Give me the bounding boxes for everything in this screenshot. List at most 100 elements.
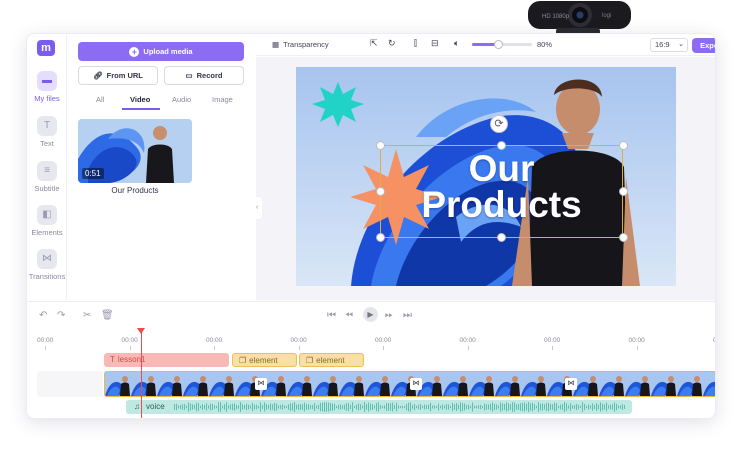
resize-handle-bl[interactable]: [376, 233, 385, 242]
time-tick-label: 00:00: [459, 337, 476, 344]
element-icon: ❐: [239, 356, 247, 365]
waveform-bar: [286, 405, 287, 409]
waveform-bar: [378, 402, 379, 412]
voice-waveform: [174, 402, 625, 412]
from-url-button[interactable]: 🔗︎ From URL: [78, 66, 158, 85]
undo-icon[interactable]: ↶: [39, 310, 47, 321]
active-tab-indicator: [122, 108, 160, 110]
timeline-scrollbar[interactable]: [27, 418, 716, 419]
elements-icon: ◧: [37, 205, 57, 225]
trash-icon[interactable]: 🗑︎: [101, 310, 114, 321]
waveform-bar: [472, 402, 473, 412]
waveform-bar: [580, 405, 581, 409]
volume-slider[interactable]: [472, 40, 532, 49]
collapse-panel-handle[interactable]: ‹: [256, 197, 262, 219]
playhead-marker[interactable]: [137, 328, 145, 334]
waveform-bar: [526, 403, 527, 411]
playhead[interactable]: [137, 328, 145, 418]
skip-forward-icon[interactable]: ⏭︎: [403, 310, 412, 321]
transition-icon[interactable]: ⋈: [255, 378, 267, 390]
play-button[interactable]: ▶: [363, 307, 378, 322]
waveform-bar: [342, 405, 343, 409]
align-vertical-icon[interactable]: ⫿: [414, 38, 417, 49]
waveform-bar: [224, 404, 225, 410]
waveform-bar: [204, 405, 205, 409]
volume-knob[interactable]: [494, 40, 503, 49]
element-clip-2[interactable]: ❐ element: [299, 353, 364, 367]
time-tick-label: 00:00: [628, 337, 645, 344]
aspect-ratio-select[interactable]: 16:9 ⌄: [650, 38, 688, 52]
rewind-icon[interactable]: ⏪︎: [345, 310, 353, 321]
rotate-handle-icon[interactable]: ⟳: [490, 115, 508, 133]
redo-icon[interactable]: ↷: [57, 310, 65, 321]
fast-forward-icon[interactable]: ⏩︎: [385, 310, 393, 321]
video-frame: [105, 372, 131, 396]
resize-handle-mr[interactable]: [619, 187, 628, 196]
upload-media-button[interactable]: + Upload media: [78, 42, 244, 61]
waveform-bar: [544, 404, 545, 410]
waveform-bar: [190, 403, 191, 411]
text-track-clip[interactable]: Tlesson1: [104, 353, 229, 367]
transparency-button[interactable]: ▦ Transparency: [272, 40, 329, 49]
resize-handle-br[interactable]: [619, 233, 628, 242]
scissors-icon[interactable]: ✂: [83, 310, 91, 321]
waveform-bar: [244, 405, 245, 409]
empty-lane: [37, 371, 103, 397]
waveform-bar: [406, 403, 407, 411]
volume-icon[interactable]: 🔈︎: [454, 38, 459, 49]
media-thumbnail[interactable]: 0:51: [78, 119, 192, 183]
resize-handle-tc[interactable]: [497, 141, 506, 150]
waveform-bar: [524, 402, 525, 412]
waveform-bar: [536, 405, 537, 409]
tab-all[interactable]: All: [96, 95, 104, 104]
waveform-bar: [192, 404, 193, 410]
rail-label: Transitions: [28, 272, 66, 281]
rail-subtitle[interactable]: ≡ Subtitle: [27, 161, 67, 193]
rotate-icon[interactable]: ↻: [388, 38, 396, 49]
element-clip-1[interactable]: ❐ element: [232, 353, 297, 367]
waveform-bar: [502, 403, 503, 411]
waveform-bar: [302, 404, 303, 410]
align-horizontal-icon[interactable]: ⊟: [431, 38, 439, 49]
editor-window: m ▬ My files T Text ≡ Subtitle ◧ Element…: [26, 33, 716, 419]
waveform-bar: [248, 404, 249, 410]
waveform-bar: [280, 405, 281, 409]
thumbnail-name: Our Products: [111, 186, 159, 195]
rail-elements[interactable]: ◧ Elements: [27, 205, 67, 237]
selection-box[interactable]: [380, 145, 623, 238]
waveform-bar: [428, 404, 429, 410]
rail-my-files[interactable]: ▬ My files: [27, 71, 67, 103]
transition-icon[interactable]: ⋈: [565, 378, 577, 390]
rail-transitions[interactable]: ⋈ Transitions: [27, 249, 67, 281]
flip-icon[interactable]: ⇱: [370, 38, 378, 49]
waveform-bar: [386, 403, 387, 411]
video-canvas[interactable]: Our Products ⟳: [296, 67, 676, 286]
resize-handle-tr[interactable]: [619, 141, 628, 150]
waveform-bar: [232, 403, 233, 411]
resize-handle-bc[interactable]: [497, 233, 506, 242]
waveform-bar: [346, 403, 347, 411]
waveform-bar: [540, 403, 541, 411]
export-button[interactable]: Export: [692, 38, 715, 53]
waveform-bar: [292, 403, 293, 411]
rail-text[interactable]: T Text: [27, 116, 67, 148]
skip-back-icon[interactable]: ⏮︎: [327, 310, 336, 321]
video-track[interactable]: ⋈ ⋈ ⋈: [104, 371, 715, 397]
transition-icon[interactable]: ⋈: [410, 378, 422, 390]
resize-handle-ml[interactable]: [376, 187, 385, 196]
waveform-bar: [604, 404, 605, 410]
tab-audio[interactable]: Audio: [172, 95, 191, 104]
tab-image[interactable]: Image: [212, 95, 233, 104]
tab-video[interactable]: Video: [130, 95, 150, 104]
waveform-bar: [282, 404, 283, 410]
voice-track[interactable]: ♫ voice: [126, 400, 632, 414]
scrollbar-thumb[interactable]: [27, 418, 347, 419]
waveform-bar: [622, 404, 623, 410]
time-tick: [298, 346, 300, 350]
rail-label: Text: [40, 139, 54, 148]
resize-handle-tl[interactable]: [376, 141, 385, 150]
text-icon: T: [110, 355, 115, 364]
waveform-bar: [236, 404, 237, 410]
record-button[interactable]: ▭ Record: [164, 66, 244, 85]
waveform-bar: [176, 403, 177, 411]
